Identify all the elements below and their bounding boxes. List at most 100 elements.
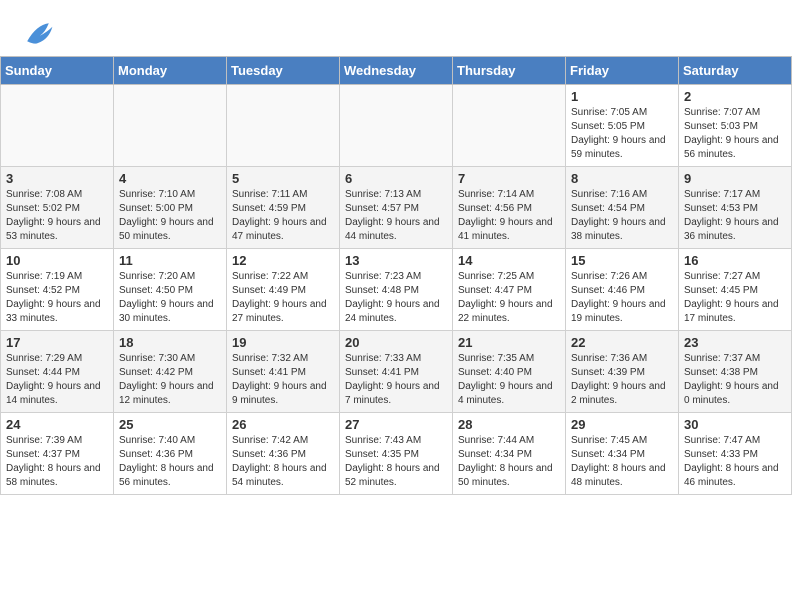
calendar-day: 20 Sunrise: 7:33 AM Sunset: 4:41 PM Dayli…	[340, 331, 453, 413]
calendar-day: 7Sunrise: 7:14 AM Sunset: 4:56 PM Daylig…	[453, 167, 566, 249]
day-number: 1	[571, 89, 673, 104]
calendar-day: 1 Sunrise: 7:05 AM Sunset: 5:05 PM Daylig…	[566, 85, 679, 167]
calendar-week-2: 3 Sunrise: 7:08 AM Sunset: 5:02 PM Daylig…	[1, 167, 792, 249]
calendar-day	[453, 85, 566, 167]
day-info: Sunrise: 7:27 AM Sunset: 4:45 PM Dayligh…	[684, 270, 786, 326]
day-number: 29	[571, 417, 673, 432]
day-number: 8	[571, 171, 673, 186]
day-info: Sunrise: 7:20 AM Sunset: 4:50 PM Dayligh…	[119, 270, 221, 326]
day-info: Sunrise: 7:14 AM Sunset: 4:56 PM Dayligh…	[458, 188, 560, 244]
weekday-header-wednesday: Wednesday	[340, 57, 453, 85]
day-info: Sunrise: 7:36 AM Sunset: 4:39 PM Dayligh…	[571, 352, 673, 408]
calendar-day	[227, 85, 340, 167]
calendar-day: 16 Sunrise: 7:27 AM Sunset: 4:45 PM Dayli…	[679, 249, 792, 331]
day-number: 4	[119, 171, 221, 186]
weekday-header-thursday: Thursday	[453, 57, 566, 85]
calendar-day: 2 Sunrise: 7:07 AM Sunset: 5:03 PM Daylig…	[679, 85, 792, 167]
calendar-day	[114, 85, 227, 167]
day-info: Sunrise: 7:10 AM Sunset: 5:00 PM Dayligh…	[119, 188, 221, 244]
calendar-header-row: SundayMondayTuesdayWednesdayThursdayFrid…	[1, 57, 792, 85]
day-info: Sunrise: 7:43 AM Sunset: 4:35 PM Dayligh…	[345, 434, 447, 490]
weekday-header-tuesday: Tuesday	[227, 57, 340, 85]
day-number: 19	[232, 335, 334, 350]
calendar-week-3: 10Sunrise: 7:19 AM Sunset: 4:52 PM Dayli…	[1, 249, 792, 331]
calendar-day: 30 Sunrise: 7:47 AM Sunset: 4:33 PM Dayli…	[679, 413, 792, 495]
day-info: Sunrise: 7:22 AM Sunset: 4:49 PM Dayligh…	[232, 270, 334, 326]
calendar-day: 8 Sunrise: 7:16 AM Sunset: 4:54 PM Daylig…	[566, 167, 679, 249]
calendar-day: 5 Sunrise: 7:11 AM Sunset: 4:59 PM Daylig…	[227, 167, 340, 249]
day-info: Sunrise: 7:16 AM Sunset: 4:54 PM Dayligh…	[571, 188, 673, 244]
calendar-day: 18Sunrise: 7:30 AM Sunset: 4:42 PM Dayli…	[114, 331, 227, 413]
day-number: 25	[119, 417, 221, 432]
calendar-day: 3 Sunrise: 7:08 AM Sunset: 5:02 PM Daylig…	[1, 167, 114, 249]
weekday-header-friday: Friday	[566, 57, 679, 85]
logo-bird-icon	[20, 16, 56, 52]
day-info: Sunrise: 7:25 AM Sunset: 4:47 PM Dayligh…	[458, 270, 560, 326]
calendar-day: 15Sunrise: 7:26 AM Sunset: 4:46 PM Dayli…	[566, 249, 679, 331]
day-info: Sunrise: 7:47 AM Sunset: 4:33 PM Dayligh…	[684, 434, 786, 490]
day-number: 12	[232, 253, 334, 268]
weekday-header-monday: Monday	[114, 57, 227, 85]
day-info: Sunrise: 7:42 AM Sunset: 4:36 PM Dayligh…	[232, 434, 334, 490]
day-number: 3	[6, 171, 108, 186]
day-info: Sunrise: 7:35 AM Sunset: 4:40 PM Dayligh…	[458, 352, 560, 408]
calendar-week-5: 24 Sunrise: 7:39 AM Sunset: 4:37 PM Dayli…	[1, 413, 792, 495]
day-number: 5	[232, 171, 334, 186]
day-info: Sunrise: 7:19 AM Sunset: 4:52 PM Dayligh…	[6, 270, 108, 326]
day-info: Sunrise: 7:33 AM Sunset: 4:41 PM Dayligh…	[345, 352, 447, 408]
day-number: 27	[345, 417, 447, 432]
calendar-day: 6 Sunrise: 7:13 AM Sunset: 4:57 PM Daylig…	[340, 167, 453, 249]
calendar-day: 24 Sunrise: 7:39 AM Sunset: 4:37 PM Dayli…	[1, 413, 114, 495]
calendar-day: 4 Sunrise: 7:10 AM Sunset: 5:00 PM Daylig…	[114, 167, 227, 249]
calendar-day: 11Sunrise: 7:20 AM Sunset: 4:50 PM Dayli…	[114, 249, 227, 331]
calendar-day: 10Sunrise: 7:19 AM Sunset: 4:52 PM Dayli…	[1, 249, 114, 331]
page-header	[0, 0, 792, 56]
calendar-day: 26 Sunrise: 7:42 AM Sunset: 4:36 PM Dayli…	[227, 413, 340, 495]
calendar-week-1: 1 Sunrise: 7:05 AM Sunset: 5:05 PM Daylig…	[1, 85, 792, 167]
day-number: 24	[6, 417, 108, 432]
weekday-header-saturday: Saturday	[679, 57, 792, 85]
day-number: 22	[571, 335, 673, 350]
day-info: Sunrise: 7:11 AM Sunset: 4:59 PM Dayligh…	[232, 188, 334, 244]
day-number: 16	[684, 253, 786, 268]
day-number: 9	[684, 171, 786, 186]
weekday-header-sunday: Sunday	[1, 57, 114, 85]
calendar-day: 22 Sunrise: 7:36 AM Sunset: 4:39 PM Dayli…	[566, 331, 679, 413]
day-info: Sunrise: 7:13 AM Sunset: 4:57 PM Dayligh…	[345, 188, 447, 244]
calendar-day: 29 Sunrise: 7:45 AM Sunset: 4:34 PM Dayli…	[566, 413, 679, 495]
day-info: Sunrise: 7:05 AM Sunset: 5:05 PM Dayligh…	[571, 106, 673, 162]
day-info: Sunrise: 7:37 AM Sunset: 4:38 PM Dayligh…	[684, 352, 786, 408]
day-number: 14	[458, 253, 560, 268]
day-number: 20	[345, 335, 447, 350]
calendar-day: 25 Sunrise: 7:40 AM Sunset: 4:36 PM Dayli…	[114, 413, 227, 495]
day-number: 28	[458, 417, 560, 432]
day-number: 23	[684, 335, 786, 350]
day-info: Sunrise: 7:45 AM Sunset: 4:34 PM Dayligh…	[571, 434, 673, 490]
day-info: Sunrise: 7:40 AM Sunset: 4:36 PM Dayligh…	[119, 434, 221, 490]
day-number: 13	[345, 253, 447, 268]
day-info: Sunrise: 7:29 AM Sunset: 4:44 PM Dayligh…	[6, 352, 108, 408]
calendar-day: 14 Sunrise: 7:25 AM Sunset: 4:47 PM Dayli…	[453, 249, 566, 331]
day-number: 21	[458, 335, 560, 350]
calendar-day: 9 Sunrise: 7:17 AM Sunset: 4:53 PM Daylig…	[679, 167, 792, 249]
calendar-day: 21 Sunrise: 7:35 AM Sunset: 4:40 PM Dayli…	[453, 331, 566, 413]
day-info: Sunrise: 7:08 AM Sunset: 5:02 PM Dayligh…	[6, 188, 108, 244]
day-number: 15	[571, 253, 673, 268]
logo	[20, 16, 60, 52]
day-number: 2	[684, 89, 786, 104]
day-info: Sunrise: 7:23 AM Sunset: 4:48 PM Dayligh…	[345, 270, 447, 326]
calendar-day	[1, 85, 114, 167]
day-number: 30	[684, 417, 786, 432]
calendar-day: 19 Sunrise: 7:32 AM Sunset: 4:41 PM Dayli…	[227, 331, 340, 413]
day-number: 26	[232, 417, 334, 432]
day-info: Sunrise: 7:17 AM Sunset: 4:53 PM Dayligh…	[684, 188, 786, 244]
day-info: Sunrise: 7:32 AM Sunset: 4:41 PM Dayligh…	[232, 352, 334, 408]
day-info: Sunrise: 7:30 AM Sunset: 4:42 PM Dayligh…	[119, 352, 221, 408]
calendar-day	[340, 85, 453, 167]
day-info: Sunrise: 7:07 AM Sunset: 5:03 PM Dayligh…	[684, 106, 786, 162]
calendar-day: 27 Sunrise: 7:43 AM Sunset: 4:35 PM Dayli…	[340, 413, 453, 495]
calendar-wrapper: SundayMondayTuesdayWednesdayThursdayFrid…	[0, 56, 792, 505]
calendar-table: SundayMondayTuesdayWednesdayThursdayFrid…	[0, 56, 792, 495]
day-info: Sunrise: 7:39 AM Sunset: 4:37 PM Dayligh…	[6, 434, 108, 490]
day-number: 6	[345, 171, 447, 186]
